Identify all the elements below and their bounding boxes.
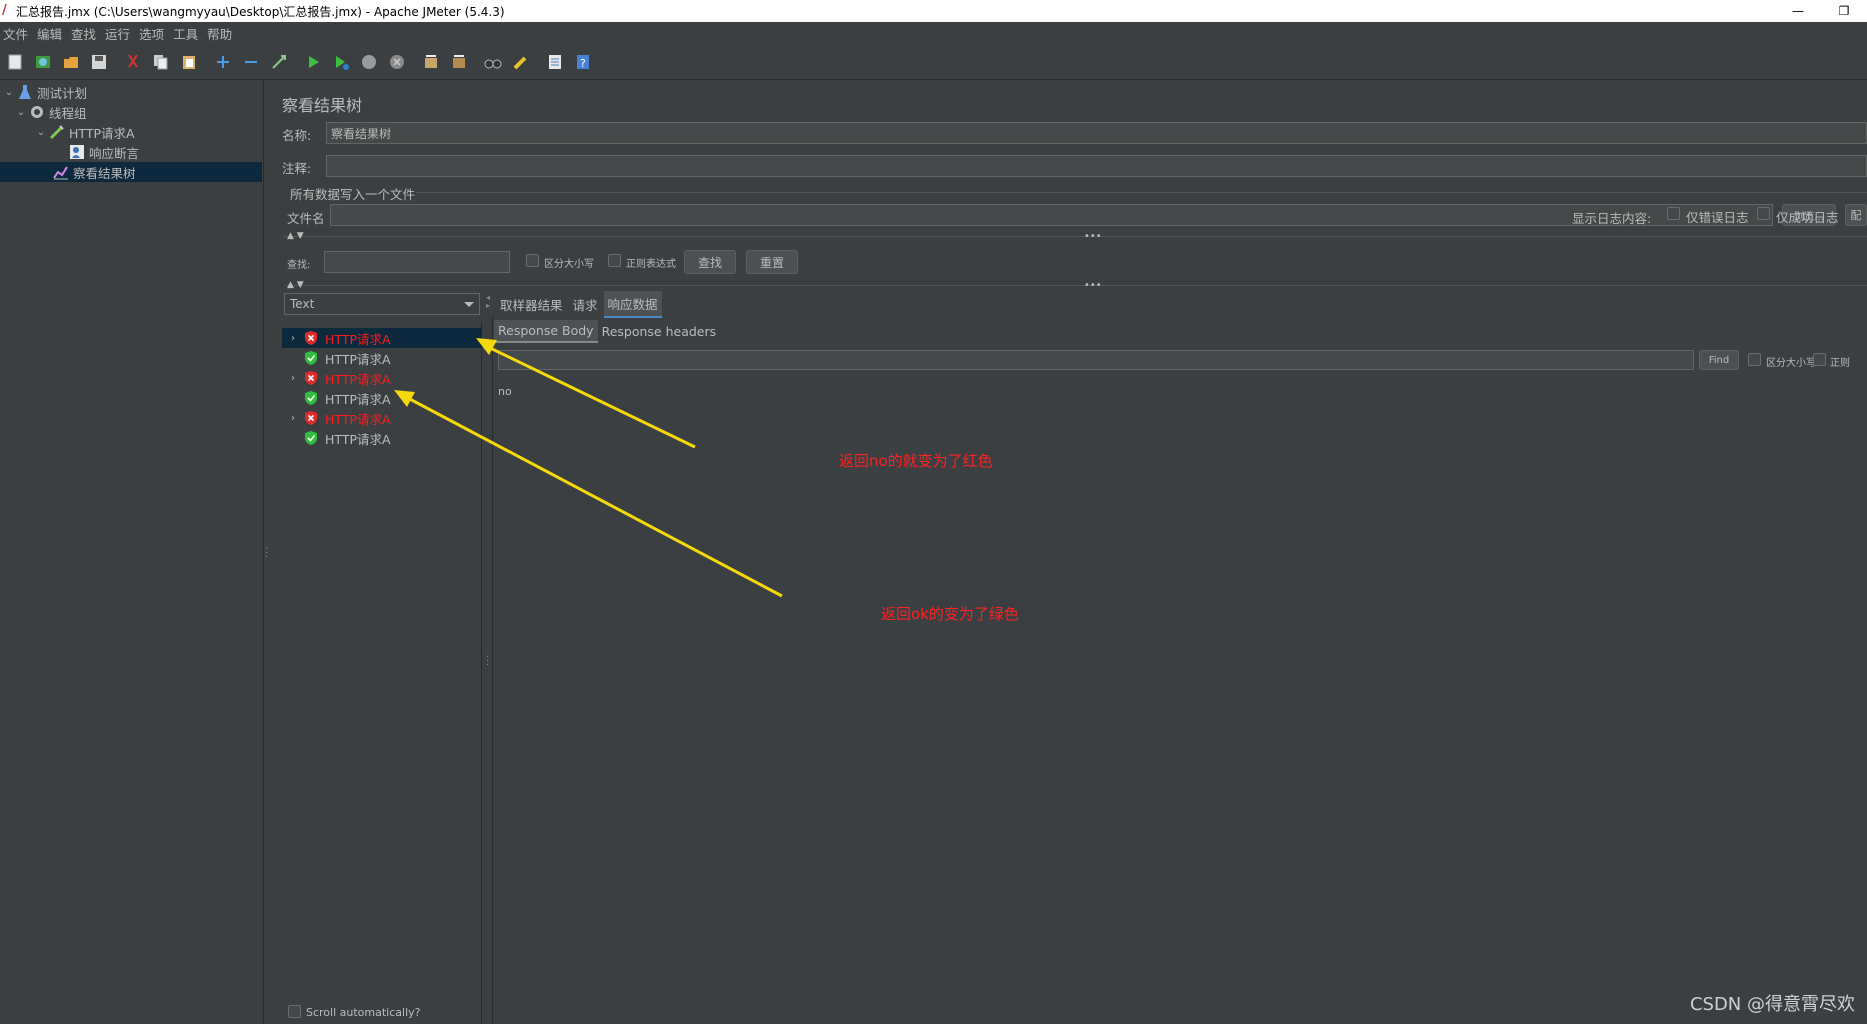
watermark: CSDN @得意霄尽欢 [1689,994,1855,1015]
annotation-arrow-red [485,344,696,449]
arrowhead-icon [476,338,497,355]
annotation-green-note: 返回ok的变为了绿色 [881,605,1019,623]
annotation-red-note: 返回no的就变为了红色 [839,452,993,470]
annotation-arrow-green [405,395,783,598]
annotation-arrows [394,338,783,598]
